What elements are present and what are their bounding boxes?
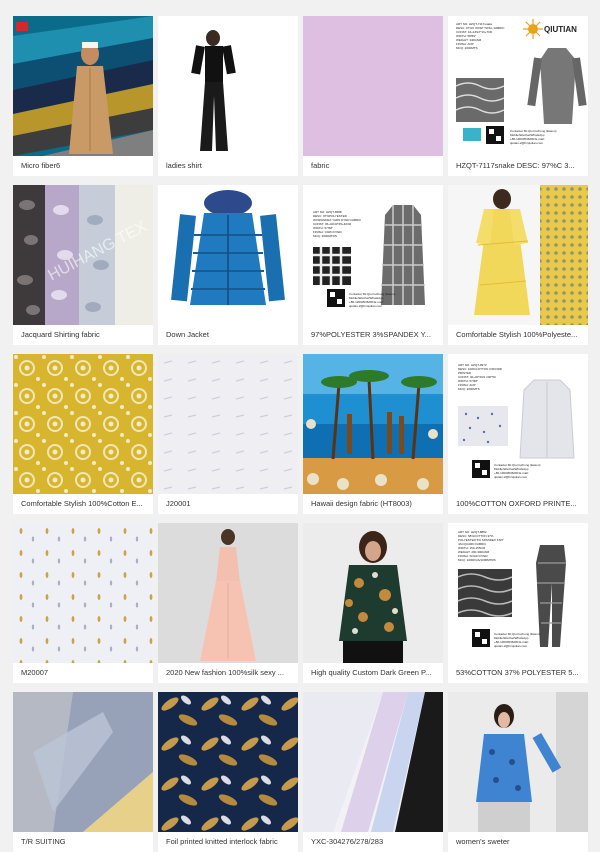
product-card[interactable]: HUIHANG TEX Jacquard Shirting fabric	[13, 185, 153, 345]
product-caption[interactable]: Micro fiber6	[13, 156, 153, 176]
product-card[interactable]: J20001	[158, 354, 298, 514]
product-image[interactable]	[303, 523, 443, 663]
product-image[interactable]	[13, 16, 153, 156]
product-caption[interactable]: 2020 New fashion 100%silk sexy ...	[158, 663, 298, 683]
product-caption[interactable]: women's sweter	[448, 832, 588, 852]
product-caption[interactable]: Comfortable Stylish 100%Polyeste...	[448, 325, 588, 345]
product-image[interactable]	[303, 692, 443, 832]
product-image[interactable]	[448, 185, 588, 325]
product-image[interactable]	[158, 523, 298, 663]
product-caption[interactable]: fabric	[303, 156, 443, 176]
product-caption[interactable]: ladies shirt	[158, 156, 298, 176]
product-card[interactable]: ART NO: HZQT-6588 DESC: 97%POLYESTER 3%S…	[303, 185, 443, 345]
product-image[interactable]	[448, 692, 588, 832]
product-card[interactable]: Comfortable Stylish 100%Polyeste...	[448, 185, 588, 345]
product-caption[interactable]: 97%POLYESTER 3%SPANDEX Y...	[303, 325, 443, 345]
product-image[interactable]: ART NO: HZQT-6588 DESC: 97%POLYESTER 3%S…	[303, 185, 443, 325]
product-card[interactable]: T/R SUITING	[13, 692, 153, 852]
product-card[interactable]: ladies shirt	[158, 16, 298, 176]
product-caption[interactable]: Down Jacket	[158, 325, 298, 345]
product-image[interactable]	[158, 16, 298, 156]
product-card[interactable]: YXC-304276/278/283	[303, 692, 443, 852]
product-card[interactable]: Micro fiber6	[13, 16, 153, 176]
product-caption[interactable]: 53%COTTON 37% POLYESTER 5...	[448, 663, 588, 683]
product-image[interactable]: HUIHANG TEX	[13, 185, 153, 325]
svg-text:MCQ: 2000MTS: MCQ: 2000MTS	[458, 387, 480, 391]
product-caption[interactable]: J20001	[158, 494, 298, 514]
product-caption[interactable]: High quality Custom Dark Green P...	[303, 663, 443, 683]
product-card[interactable]: 2020 New fashion 100%silk sexy ...	[158, 523, 298, 683]
svg-text:qiutian-2@hzqiutian.com: qiutian-2@hzqiutian.com	[510, 141, 544, 145]
product-card[interactable]: fabric	[303, 16, 443, 176]
svg-text:MCQ: 2000MTS: MCQ: 2000MTS	[456, 46, 478, 50]
product-grid: Micro fiber6 ladies shirt fabric QIUTIAN…	[13, 16, 588, 852]
product-card[interactable]: Down Jacket	[158, 185, 298, 345]
sun-logo-icon	[523, 19, 543, 39]
product-image[interactable]	[158, 354, 298, 494]
product-caption[interactable]: YXC-304276/278/283	[303, 832, 443, 852]
product-image[interactable]: ART NO: HZQT-8852 DESC: 58%COTTON 37% PO…	[448, 523, 588, 663]
product-caption[interactable]: M20007	[13, 663, 153, 683]
brand-text: QIUTIAN	[544, 25, 577, 34]
product-image[interactable]: ART NO: HZQT-9973 DESC: 100%COTTON OXFOR…	[448, 354, 588, 494]
product-image[interactable]	[158, 692, 298, 832]
svg-text:qiutian-2@hzqiutian.com: qiutian-2@hzqiutian.com	[494, 644, 528, 648]
product-card[interactable]: M20007	[13, 523, 153, 683]
product-card[interactable]: ART NO: HZQT-8852 DESC: 58%COTTON 37% PO…	[448, 523, 588, 683]
product-caption[interactable]: Foil printed knitted interlock fabric	[158, 832, 298, 852]
product-caption[interactable]: Hawaii design fabric (HT8003)	[303, 494, 443, 514]
product-caption[interactable]: T/R SUITING	[13, 832, 153, 852]
svg-text:qiutian-2@hzqiutian.com: qiutian-2@hzqiutian.com	[494, 475, 528, 479]
product-card[interactable]: women's sweter	[448, 692, 588, 852]
product-image[interactable]: QIUTIAN ART NO: HZQT-7117snake DESC: 97%…	[448, 16, 588, 156]
product-caption[interactable]: 100%COTTON OXFORD PRINTE...	[448, 494, 588, 514]
product-caption[interactable]: Comfortable Stylish 100%Cotton E...	[13, 494, 153, 514]
product-caption[interactable]: Jacquard Shirting fabric	[13, 325, 153, 345]
product-card[interactable]: ART NO: HZQT-9973 DESC: 100%COTTON OXFOR…	[448, 354, 588, 514]
product-image[interactable]	[13, 692, 153, 832]
product-image[interactable]	[13, 523, 153, 663]
svg-text:MCQ: 1000KGS/1000MTRS: MCQ: 1000KGS/1000MTRS	[458, 558, 496, 562]
product-card[interactable]: High quality Custom Dark Green P...	[303, 523, 443, 683]
product-card[interactable]: Hawaii design fabric (HT8003)	[303, 354, 443, 514]
product-card[interactable]: Comfortable Stylish 100%Cotton E...	[13, 354, 153, 514]
product-card[interactable]: QIUTIAN ART NO: HZQT-7117snake DESC: 97%…	[448, 16, 588, 176]
product-image[interactable]	[158, 185, 298, 325]
svg-text:qiutian-2@hzqiutian.com: qiutian-2@hzqiutian.com	[349, 304, 383, 308]
product-card[interactable]: Foil printed knitted interlock fabric	[158, 692, 298, 852]
product-image[interactable]	[13, 354, 153, 494]
product-image[interactable]	[303, 16, 443, 156]
svg-text:MCQ: 3000MTRS: MCQ: 3000MTRS	[313, 234, 337, 238]
product-image[interactable]	[303, 354, 443, 494]
product-caption[interactable]: HZQT-7117snake DESC: 97%C 3...	[448, 156, 588, 176]
